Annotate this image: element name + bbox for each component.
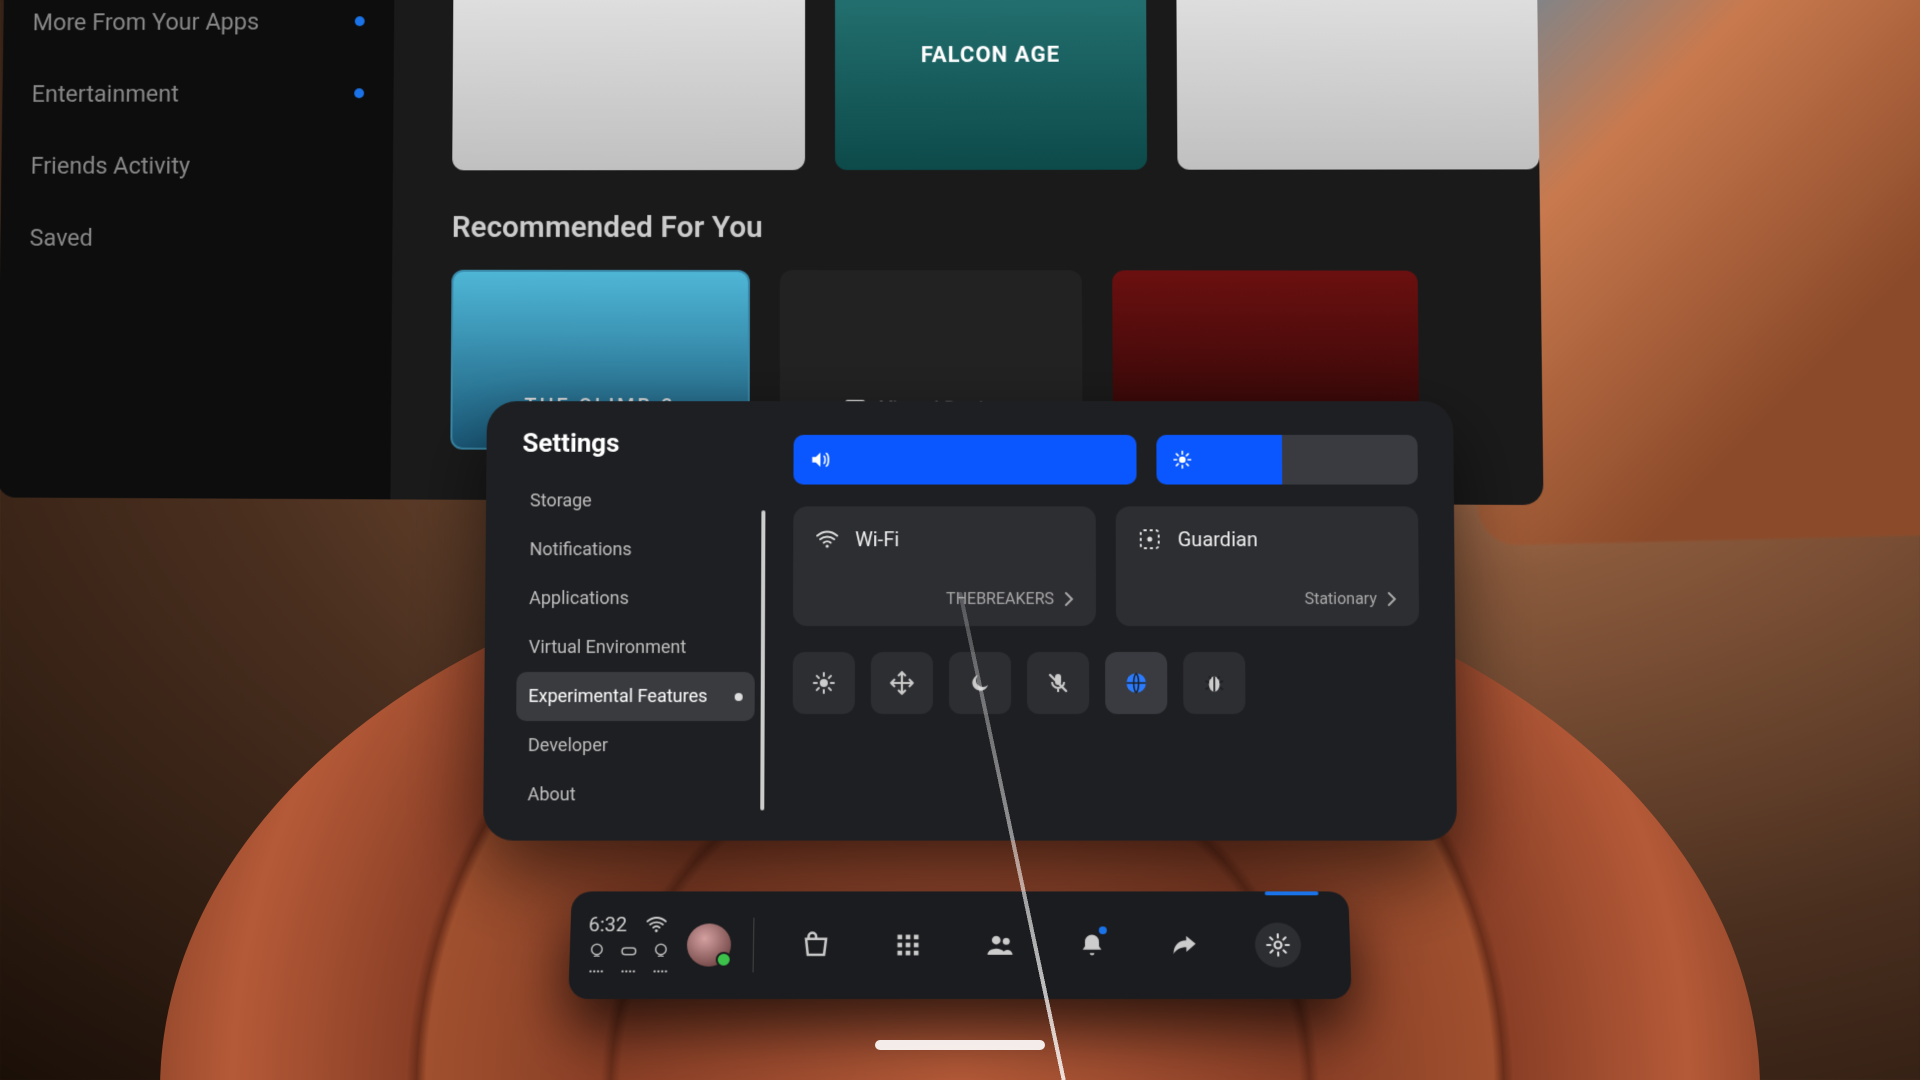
- dock-active-indicator: [1265, 891, 1319, 895]
- guardian-tile[interactable]: Guardian Stationary: [1116, 506, 1419, 626]
- store-sidebar-item[interactable]: Friends Activity: [30, 152, 363, 180]
- dock-divider: [752, 918, 754, 973]
- dock-time: 6:32: [588, 912, 627, 935]
- store-sidebar-label: More From Your Apps: [32, 8, 259, 36]
- people-icon: [985, 930, 1015, 959]
- dock-notifications-button[interactable]: [1071, 924, 1113, 965]
- store-sidebar-label: Friends Activity: [30, 152, 190, 180]
- quick-move-button[interactable]: [871, 652, 933, 714]
- wifi-label: Wi-Fi: [855, 527, 899, 551]
- quick-night-button[interactable]: [949, 652, 1011, 714]
- settings-item-applications[interactable]: Applications: [517, 574, 755, 623]
- dock-apps-button[interactable]: [887, 924, 929, 965]
- quick-settings-row: [793, 652, 1420, 714]
- store-sidebar-label: Entertainment: [31, 80, 179, 108]
- dock-store-button[interactable]: [794, 924, 836, 965]
- unread-dot-icon: [355, 16, 365, 26]
- settings-content: Wi-Fi THEBREAKERS Guardian Stationary: [764, 401, 1457, 840]
- quick-mic-off-button[interactable]: [1027, 652, 1089, 714]
- home-indicator: [875, 1040, 1045, 1050]
- chevron-right-icon: [1064, 591, 1074, 607]
- settings-item-label: About: [527, 784, 575, 805]
- volume-fill: [793, 435, 1136, 485]
- quick-bug-button[interactable]: [1183, 652, 1245, 714]
- volume-icon: [809, 449, 831, 471]
- passthrough-icon: [1123, 670, 1149, 696]
- volume-slider[interactable]: [793, 435, 1136, 485]
- wifi-tile[interactable]: Wi-Fi THEBREAKERS: [793, 506, 1096, 626]
- recommended-heading: Recommended For You: [452, 210, 1541, 245]
- dock-share-button[interactable]: [1163, 924, 1206, 965]
- wifi-value: THEBREAKERS: [946, 589, 1054, 608]
- settings-item-developer[interactable]: Developer: [516, 721, 755, 770]
- daily-card-featured[interactable]: FALCON AGE: [835, 0, 1147, 170]
- guardian-icon: [1138, 526, 1162, 552]
- settings-item-label: Virtual Environment: [529, 637, 687, 658]
- controller-right-status: ••••: [651, 942, 670, 978]
- dock-settings-button[interactable]: [1254, 923, 1301, 968]
- headset-status: ••••: [619, 942, 638, 978]
- guardian-value: Stationary: [1304, 589, 1376, 608]
- store-sidebar-label: Saved: [29, 224, 93, 252]
- settings-item-label: Applications: [529, 588, 629, 609]
- settings-item-about[interactable]: About: [515, 770, 754, 819]
- dot-badge-icon: [735, 692, 743, 700]
- move-icon: [889, 670, 915, 696]
- dock: 6:32 •••• •••• ••••: [568, 891, 1351, 999]
- store-sidebar-item[interactable]: Saved: [29, 224, 363, 252]
- settings-panel: Settings Storage Notifications Applicati…: [483, 401, 1457, 840]
- quick-brightness-button[interactable]: [793, 652, 855, 714]
- chevron-right-icon: [1387, 591, 1397, 607]
- brightness-icon: [812, 671, 836, 695]
- wifi-icon: [645, 913, 667, 934]
- dock-people-button[interactable]: [979, 924, 1021, 965]
- settings-item-virtual-environment[interactable]: Virtual Environment: [517, 623, 755, 672]
- bug-icon: [1201, 670, 1227, 696]
- brightness-icon: [1173, 450, 1193, 470]
- unread-dot-icon: [354, 88, 364, 98]
- settings-item-label: Storage: [530, 490, 592, 511]
- settings-title: Settings: [518, 429, 755, 459]
- brightness-slider[interactable]: [1157, 435, 1418, 485]
- night-icon: [968, 671, 992, 695]
- wifi-icon: [815, 526, 839, 552]
- settings-sidebar: Settings Storage Notifications Applicati…: [483, 401, 766, 840]
- quick-passthrough-button[interactable]: [1105, 652, 1167, 714]
- daily-feature-title: FALCON AGE: [921, 42, 1060, 67]
- apps-icon: [894, 931, 922, 958]
- store-sidebar-item[interactable]: Entertainment: [31, 79, 364, 107]
- settings-item-label: Notifications: [529, 539, 631, 560]
- guardian-label: Guardian: [1178, 527, 1258, 551]
- settings-icon: [1265, 932, 1292, 957]
- settings-item-storage[interactable]: Storage: [518, 477, 756, 526]
- daily-card[interactable]: [452, 0, 805, 170]
- settings-item-notifications[interactable]: Notifications: [517, 525, 755, 574]
- mic-off-icon: [1046, 671, 1070, 695]
- settings-item-label: Experimental Features: [528, 686, 707, 707]
- settings-item-label: Developer: [528, 735, 608, 756]
- controller-left-status: ••••: [587, 942, 606, 978]
- dock-avatar[interactable]: [686, 924, 731, 967]
- daily-card[interactable]: [1176, 0, 1539, 170]
- notifications-icon: [1078, 931, 1106, 958]
- share-icon: [1170, 931, 1199, 958]
- store-icon: [800, 930, 830, 959]
- store-sidebar: More From Your Apps Entertainment Friend…: [0, 0, 395, 499]
- store-sidebar-item[interactable]: More From Your Apps: [32, 7, 364, 36]
- settings-item-experimental[interactable]: Experimental Features: [516, 672, 755, 721]
- vr-environment-right: [1478, 0, 1920, 546]
